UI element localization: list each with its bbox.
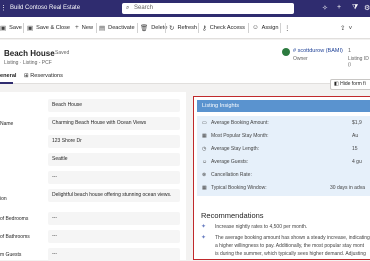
divider: [248, 23, 249, 33]
search-input[interactable]: ⌕ Search: [122, 3, 294, 14]
search-icon: ⌕: [126, 5, 130, 11]
active-tab-indicator: [0, 82, 13, 84]
app-name[interactable]: Build Contoso Real Estate: [10, 5, 80, 11]
description-field[interactable]: Delightful beach house offering stunning…: [48, 189, 180, 202]
sparkle-icon: ✦: [201, 224, 207, 230]
city-field[interactable]: Seattle: [48, 153, 180, 166]
owner-label: Owner: [293, 56, 308, 62]
listing-id-value: 1: [348, 48, 352, 54]
owner-link[interactable]: # scottdurow (BAMI): [293, 48, 343, 54]
listing-name-field[interactable]: Beach House: [48, 99, 180, 112]
listing-insights-panel: Listing Insights ▭ Average Booking Amount…: [193, 96, 370, 260]
insights-stats: ▭ Average Booking Amount: $1,9 ▦ Most Popul…: [197, 116, 370, 196]
search-placeholder: Search: [134, 5, 154, 11]
address-field[interactable]: 123 Shore Dr: [48, 135, 180, 148]
plus-icon: +: [75, 24, 79, 31]
tab-reservations[interactable]: ⊞ Reservations: [24, 73, 63, 79]
assign-button[interactable]: ☺ Assign: [252, 24, 278, 31]
tab-general[interactable]: eneral: [0, 73, 16, 79]
insight-row: ☺ Average Guests: 4 gu: [202, 159, 362, 165]
delete-button[interactable]: 🗑 Delete: [140, 24, 167, 32]
divider: [198, 23, 199, 33]
record-header: Beach House - Saved Listing · Listing - …: [0, 40, 370, 68]
avatar: [282, 48, 290, 56]
divider: [137, 23, 138, 33]
insights-title: Listing Insights: [197, 100, 370, 112]
divider: [165, 23, 166, 33]
gear-icon[interactable]: ⚙: [364, 4, 370, 12]
insight-row: ▦ Most Popular Stay Month: Au: [202, 133, 359, 139]
filter-icon[interactable]: ⧩: [352, 4, 358, 12]
save-icon: ▣: [0, 25, 7, 32]
refresh-button[interactable]: ↻ Refresh: [169, 24, 197, 32]
record-title: Beach House: [4, 49, 55, 58]
divider: [280, 23, 281, 33]
plus-icon[interactable]: +: [337, 4, 341, 11]
divider: [23, 23, 24, 33]
person-icon: ☺: [252, 24, 259, 31]
guests-field[interactable]: ---: [48, 248, 180, 261]
listing-id-label: Listing ID (i: [348, 56, 369, 68]
tab-strip: eneral ⊞ Reservations: [0, 68, 370, 84]
bathrooms-field[interactable]: ---: [48, 230, 180, 243]
save-close-icon: ▣: [27, 25, 34, 32]
key-icon: ⚷: [202, 25, 207, 32]
general-form: Beach House Name Charming Beach House wi…: [0, 92, 186, 261]
refresh-icon: ↻: [169, 25, 175, 32]
insight-row: ◷ Average Stay Length: 15: [202, 146, 358, 152]
divider: [96, 23, 97, 33]
share-button[interactable]: ⇪ ˅: [340, 24, 353, 33]
calendar-icon: ▦: [202, 185, 207, 191]
clock-icon: ◷: [202, 146, 207, 152]
new-button[interactable]: + New: [75, 24, 93, 31]
sparkle-icon: ✦: [201, 235, 207, 241]
insight-row: ⊗ Cancellation Rate:: [202, 172, 252, 178]
empty-field[interactable]: ---: [48, 171, 180, 184]
share-icon: ⇪: [340, 25, 346, 32]
app-launcher-icon[interactable]: ⋮: [0, 4, 7, 12]
command-bar: ▣ Save ▣ Save & Close + New ▤ Deactivate 🗑 De…: [0, 17, 370, 39]
people-icon: ☺: [202, 159, 208, 165]
save-status: - Saved: [52, 50, 70, 56]
lightbulb-icon[interactable]: ✧: [322, 4, 328, 12]
check-access-button[interactable]: ⚷ Check Access: [202, 24, 245, 32]
bedrooms-field[interactable]: ---: [48, 212, 180, 225]
recommendations-heading: Recommendations: [201, 211, 264, 220]
save-close-button[interactable]: ▣ Save & Close: [27, 24, 70, 32]
calendar-icon: ▦: [202, 133, 207, 139]
record-form-selector[interactable]: Listing · Listing - PCF: [4, 60, 52, 66]
trash-icon: 🗑: [140, 25, 149, 32]
more-commands-icon[interactable]: ⋮: [284, 24, 291, 32]
cancel-icon: ⊗: [202, 172, 207, 178]
insight-row: ▭ Average Booking Amount: $1,9: [202, 120, 362, 126]
insight-row: ▦ Typical Booking Window: 30 days in adva: [202, 185, 366, 191]
hide-form-fill-button[interactable]: ◧ Hide form fi: [330, 79, 370, 90]
display-name-field[interactable]: Charming Beach House with Ocean Views: [48, 117, 180, 130]
chevron-down-icon: ˅: [348, 24, 353, 32]
money-icon: ▭: [202, 120, 207, 126]
deactivate-button[interactable]: ▤ Deactivate: [99, 24, 135, 32]
save-button[interactable]: ▣ Save: [0, 24, 22, 32]
deactivate-icon: ▤: [99, 25, 106, 32]
app-header: ⋮ Build Contoso Real Estate ⌕ Search ✧ +…: [0, 0, 370, 17]
